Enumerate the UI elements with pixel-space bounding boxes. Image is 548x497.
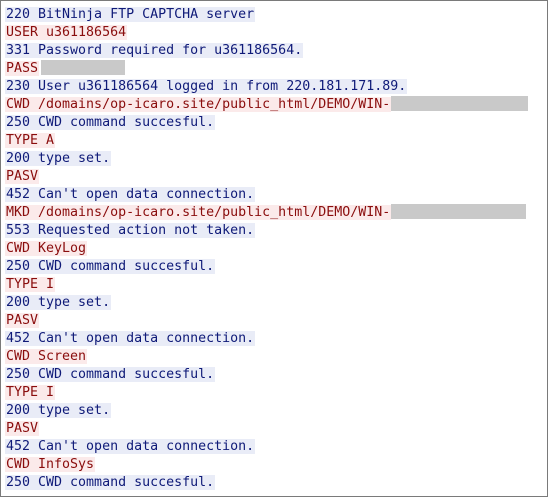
client-command-line: CWD InfoSys bbox=[5, 457, 96, 472]
client-command-line: TYPE A bbox=[5, 133, 56, 148]
redacted-hostname bbox=[391, 204, 527, 219]
client-command-line: CWD /domains/op-icaro.site/public_html/D… bbox=[5, 96, 529, 114]
server-response-line: 220 BitNinja FTP CAPTCHA server bbox=[5, 7, 256, 22]
server-response-line: 250 CWD command succesful. bbox=[5, 259, 216, 274]
server-response-line: 553 Requested action not taken. bbox=[5, 223, 256, 238]
client-command-line: PASS bbox=[5, 60, 528, 78]
server-response-line: 250 CWD command succesful. bbox=[5, 367, 216, 382]
server-response-line: 331 Password required for u361186564. bbox=[5, 43, 304, 58]
server-response-line: 452 Can't open data connection. bbox=[5, 187, 256, 202]
client-command-line: PASV bbox=[5, 313, 40, 328]
ftp-session-log: 220 BitNinja FTP CAPTCHA server USER u36… bbox=[5, 6, 529, 492]
server-response-line: 200 type set. bbox=[5, 403, 112, 418]
ftp-session-log-panel: 220 BitNinja FTP CAPTCHA server USER u36… bbox=[0, 0, 548, 497]
redacted-hostname bbox=[391, 96, 529, 111]
server-response-line: 200 type set. bbox=[5, 295, 112, 310]
server-response-line: 452 Can't open data connection. bbox=[5, 439, 256, 454]
client-command-line: USER u361186564 bbox=[5, 25, 128, 40]
client-command-line: CWD KeyLog bbox=[5, 241, 88, 256]
server-response-line: 250 CWD command succesful. bbox=[5, 475, 216, 490]
client-command-line: PASV bbox=[5, 169, 40, 184]
client-command-line: PASV bbox=[5, 421, 40, 436]
server-response-line: 250 CWD command succesful. bbox=[5, 115, 216, 130]
client-command-line: TYPE I bbox=[5, 277, 56, 292]
redacted-password bbox=[41, 60, 126, 75]
server-response-line: 230 User u361186564 logged in from 220.1… bbox=[5, 79, 408, 94]
client-command-line: CWD Screen bbox=[5, 349, 88, 364]
client-command-line: MKD /domains/op-icaro.site/public_html/D… bbox=[5, 204, 528, 222]
server-response-line: 200 type set. bbox=[5, 151, 112, 166]
server-response-line: 452 Can't open data connection. bbox=[5, 331, 256, 346]
client-command-line: TYPE I bbox=[5, 385, 56, 400]
